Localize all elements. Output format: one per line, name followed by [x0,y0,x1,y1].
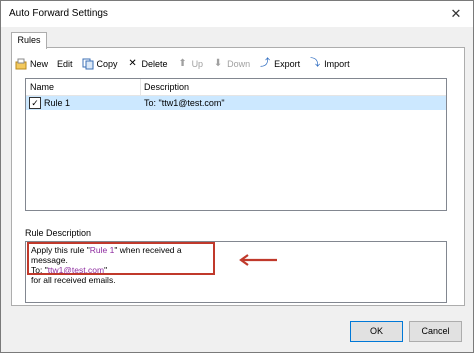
import-icon: ⤵ [310,58,321,69]
rule-description-cell: To: "ttw1@test.com" [144,98,225,108]
rules-toolbar: New Edit Copy ✕ Delete ⬆ Up ⬇ Down ⤴ Exp… [15,56,359,72]
auto-forward-settings-dialog: Auto Forward Settings ✕ Rules New Edit C… [0,0,474,353]
rules-list[interactable]: Name Description ✓ Rule 1 To: "ttw1@test… [25,78,447,211]
column-header-description[interactable]: Description [144,82,189,92]
title-bar: Auto Forward Settings ✕ [1,1,473,27]
ok-button[interactable]: OK [350,321,403,342]
up-arrow-icon: ⬆ [178,58,187,69]
delete-button[interactable]: ✕ Delete [127,56,168,72]
down-button[interactable]: ⬇ Down [212,56,250,72]
import-label: Import [324,59,350,69]
rule-enabled-checkbox[interactable]: ✓ [29,97,41,109]
edit-label: Edit [57,59,73,69]
export-label: Export [274,59,301,69]
cancel-button[interactable]: Cancel [409,321,462,342]
rule-description-text: Apply this rule "Rule 1" when received a… [27,242,215,285]
import-button[interactable]: ⤵ Import [309,56,350,72]
copy-icon [82,58,94,70]
new-rule-icon [15,58,27,70]
arrow-annotation-icon [239,254,277,266]
rule-description-line-2: To: "ttw1@test.com" [31,265,108,275]
up-label: Up [191,59,204,69]
rule-description-label: Rule Description [25,228,92,238]
column-divider[interactable] [140,79,141,95]
delete-label: Delete [141,59,168,69]
delete-icon: ✕ [128,58,137,69]
column-header-name[interactable]: Name [30,82,54,92]
rule-name: Rule 1 [44,98,71,108]
new-button[interactable]: New [15,56,48,72]
tab-rules[interactable]: Rules [11,32,47,49]
close-icon[interactable]: ✕ [439,1,473,27]
up-button[interactable]: ⬆ Up [177,56,204,72]
export-icon: ⤴ [260,58,271,69]
export-button[interactable]: ⤴ Export [259,56,300,72]
edit-button[interactable]: Edit [57,56,73,72]
down-arrow-icon: ⬇ [213,58,223,69]
copy-button[interactable]: Copy [82,56,118,72]
email-link[interactable]: ttw1@test.com [48,265,104,275]
down-label: Down [227,59,251,69]
window-title: Auto Forward Settings [9,8,108,19]
table-row[interactable]: ✓ Rule 1 To: "ttw1@test.com" [26,96,446,110]
rule-name-link[interactable]: Rule 1 [90,245,115,255]
copy-label: Copy [96,59,118,69]
rule-description-line-3: for all received emails. [31,275,116,285]
new-label: New [30,59,49,69]
list-header: Name Description [26,79,446,96]
rule-description-line-1: Apply this rule "Rule 1" when received a… [31,245,182,265]
